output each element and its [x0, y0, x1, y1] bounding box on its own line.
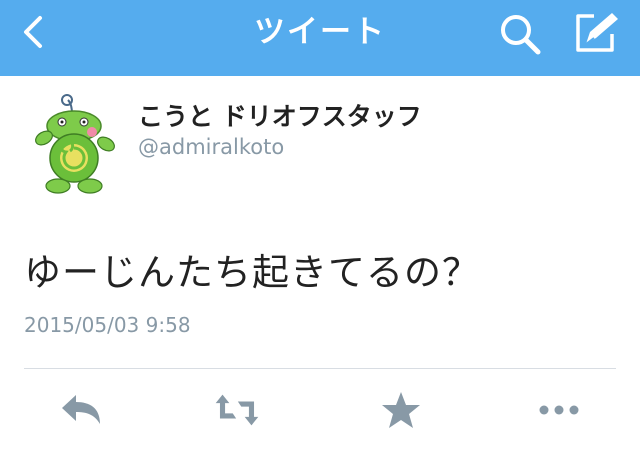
frog-creature-avatar-icon [35, 94, 115, 194]
more-button[interactable] [536, 390, 582, 430]
search-icon [501, 15, 541, 55]
tweet-timestamp: 2015/05/03 9:58 [24, 313, 191, 337]
more-icon [539, 405, 579, 415]
user-handle[interactable]: @admiralkoto [138, 135, 284, 159]
retweet-icon [215, 394, 259, 426]
favorite-button[interactable] [378, 390, 424, 430]
reply-button[interactable] [58, 390, 104, 430]
nav-bar: ツイート [0, 0, 640, 76]
compose-icon [576, 13, 618, 52]
avatar[interactable] [28, 92, 120, 196]
retweet-button[interactable] [214, 390, 260, 430]
favorite-star-icon [382, 392, 420, 428]
search-button[interactable] [496, 10, 546, 56]
tweet-text: ゆーじんたち起きてるの？ [24, 251, 480, 294]
divider [24, 368, 616, 369]
compose-button[interactable] [572, 10, 622, 56]
reply-icon [62, 395, 100, 424]
user-display-name[interactable]: こうと ドリオフスタッフ [138, 97, 422, 133]
